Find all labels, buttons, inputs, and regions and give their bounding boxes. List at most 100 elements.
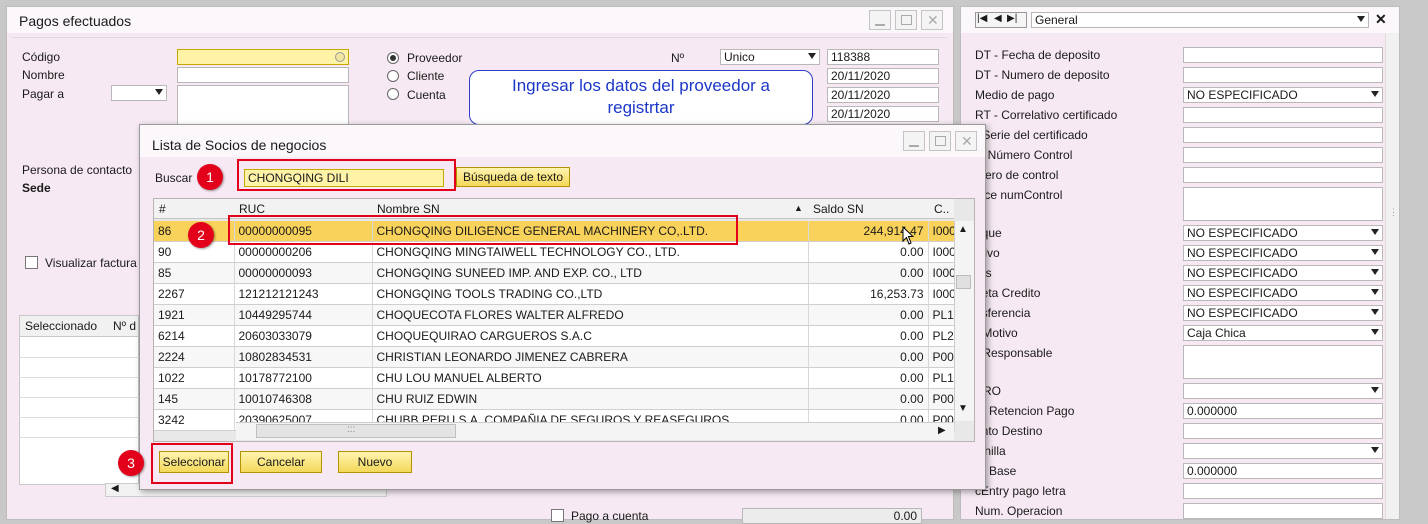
table-row[interactable]: 1022 10178772100 CHU LOU MANUEL ALBERTO 0.0…	[154, 367, 955, 389]
busqueda-texto-button[interactable]: Búsqueda de texto	[456, 167, 570, 187]
chevron-down-icon	[1371, 229, 1379, 235]
table-row[interactable]: 85 00000000093 CHONGQING SUNEED IMP. AND E…	[154, 262, 955, 284]
serie-select[interactable]: Unico	[720, 49, 820, 65]
user-field-select[interactable]: NO ESPECIFICADO	[1183, 305, 1383, 321]
nuevo-button[interactable]: Nuevo	[338, 451, 412, 473]
minimize-icon	[875, 24, 885, 26]
user-field-input[interactable]	[1183, 483, 1383, 499]
col-header-saldo[interactable]: Saldo SN	[813, 202, 864, 216]
table-row[interactable]: 14510010746308CHU RUIZ EDWIN0.00P001	[154, 388, 955, 410]
scroll-right-icon[interactable]: ▶	[938, 425, 946, 436]
cancelar-button[interactable]: Cancelar	[240, 451, 322, 473]
date-field-1[interactable]: 20/11/2020	[827, 68, 939, 84]
col-header-number[interactable]: #	[159, 202, 166, 216]
grid-header-seleccionado[interactable]: Seleccionado	[25, 319, 97, 333]
col-header-c[interactable]: C..	[934, 202, 949, 216]
nombre-field[interactable]	[177, 67, 349, 83]
user-field-input[interactable]: 0.000000	[1183, 403, 1383, 419]
panel-scrollbar[interactable]	[1385, 33, 1399, 519]
user-field-select[interactable]: NO ESPECIFICADO	[1183, 265, 1383, 281]
user-field-input[interactable]	[1183, 127, 1383, 143]
pago-a-cuenta-checkbox[interactable]	[551, 509, 564, 522]
codigo-field[interactable]	[177, 49, 349, 65]
step-badge-3: 3	[118, 450, 144, 476]
radio-cliente[interactable]	[387, 70, 399, 82]
scroll-left-icon[interactable]: ◀	[111, 483, 119, 494]
category-select[interactable]: General	[1031, 12, 1369, 28]
user-field-value: NO ESPECIFICADO	[1187, 226, 1298, 240]
user-field-label: cEntry pago letra	[975, 484, 1066, 498]
chevron-down-icon	[1371, 249, 1379, 255]
prev-record-icon[interactable]: ◀	[994, 13, 1002, 24]
user-field-input[interactable]	[1183, 107, 1383, 123]
scroll-down-icon[interactable]: ▼	[958, 403, 968, 414]
user-field-input[interactable]	[1183, 187, 1383, 221]
grid-header-numero[interactable]: Nº d	[113, 319, 136, 333]
dialog-maximize-button[interactable]	[929, 131, 951, 151]
date-field-2[interactable]: 20/11/2020	[827, 87, 939, 103]
scroll-up-icon[interactable]: ▲	[958, 224, 968, 235]
user-field-input[interactable]	[1183, 47, 1383, 63]
user-field-select[interactable]	[1183, 443, 1383, 459]
table-row[interactable]: 1921 10449295744 CHOQUECOTA FLORES WALTER …	[154, 304, 955, 326]
date-field-3[interactable]: 20/11/2020	[827, 106, 939, 122]
col-header-ruc[interactable]: RUC	[239, 202, 265, 216]
dialog-title: Lista de Socios de negocios	[152, 137, 327, 153]
pagar-a-select[interactable]	[111, 85, 167, 101]
cell-c: PL20	[928, 325, 955, 347]
radio-cuenta[interactable]	[387, 88, 399, 100]
close-icon: ✕	[961, 133, 973, 149]
radio-cliente-label: Cliente	[407, 69, 445, 83]
radio-proveedor[interactable]	[387, 52, 399, 64]
user-field-value: NO ESPECIFICADO	[1187, 88, 1298, 102]
horizontal-scroll-thumb[interactable]	[256, 424, 456, 438]
next-record-icon[interactable]: ▶|	[1007, 13, 1017, 24]
user-field-input[interactable]	[1183, 503, 1383, 519]
vertical-scrollbar[interactable]	[954, 221, 974, 421]
table-row[interactable]: 6214 20603033079 CHOQUEQUIRAO CARGUEROS S.…	[154, 325, 955, 347]
cell-number: 6214	[154, 325, 235, 347]
user-field-value: NO ESPECIFICADO	[1187, 286, 1298, 300]
pagar-a-textarea[interactable]	[177, 85, 349, 125]
user-field-select[interactable]	[1183, 383, 1383, 399]
close-button[interactable]: ✕	[921, 10, 943, 30]
user-field-label: DT - Numero de deposito	[975, 68, 1110, 82]
chevron-down-icon	[1371, 289, 1379, 295]
user-field-select[interactable]: NO ESPECIFICADO	[1183, 245, 1383, 261]
user-field-input[interactable]	[1183, 423, 1383, 439]
user-field-select[interactable]: NO ESPECIFICADO	[1183, 225, 1383, 241]
minimize-button[interactable]	[869, 10, 891, 30]
lookup-icon[interactable]	[335, 52, 345, 62]
callout-text-line2: registrtar	[607, 98, 675, 117]
main-window-title: Pagos efectuados	[19, 13, 132, 29]
highlight-seleccionar	[151, 443, 233, 484]
step-badge-1: 1	[197, 164, 223, 190]
user-field-input[interactable]	[1183, 67, 1383, 83]
user-field-input[interactable]: 0.000000	[1183, 463, 1383, 479]
user-field-select[interactable]: NO ESPECIFICADO	[1183, 285, 1383, 301]
persona-contacto-label: Persona de contacto	[22, 163, 133, 177]
user-field-select[interactable]: Caja Chica	[1183, 325, 1383, 341]
scroll-thumb[interactable]	[956, 275, 971, 289]
col-header-nombre[interactable]: Nombre SN	[377, 202, 440, 216]
minimize-icon	[909, 145, 919, 147]
table-row[interactable]: 2267 121212121243 CHONGQING TOOLS TRADING …	[154, 283, 955, 305]
visualizar-facturas-checkbox[interactable]	[25, 256, 38, 269]
dialog-minimize-button[interactable]	[903, 131, 925, 151]
user-field-value: NO ESPECIFICADO	[1187, 246, 1298, 260]
cell-ruc: 10178772100	[234, 367, 373, 389]
pago-a-cuenta-amount[interactable]: 0.00	[742, 508, 922, 524]
user-field-input[interactable]	[1183, 345, 1383, 379]
numero-field[interactable]: 118388	[827, 49, 939, 65]
user-field-select[interactable]: NO ESPECIFICADO	[1183, 87, 1383, 103]
user-field-label: - Responsable	[975, 346, 1053, 360]
dialog-close-button[interactable]: ✕	[955, 131, 977, 151]
table-row[interactable]: 2224 10802834531 CHRISTIAN LEONARDO JIMENE…	[154, 346, 955, 368]
user-field-input[interactable]	[1183, 167, 1383, 183]
maximize-button[interactable]	[895, 10, 917, 30]
resize-handle-icon[interactable]: ⋮	[1389, 207, 1398, 218]
first-record-icon[interactable]: |◀	[977, 13, 987, 24]
user-field-input[interactable]	[1183, 147, 1383, 163]
sort-asc-icon[interactable]: ▲	[794, 203, 803, 213]
panel-close-icon[interactable]: ✕	[1375, 11, 1387, 28]
